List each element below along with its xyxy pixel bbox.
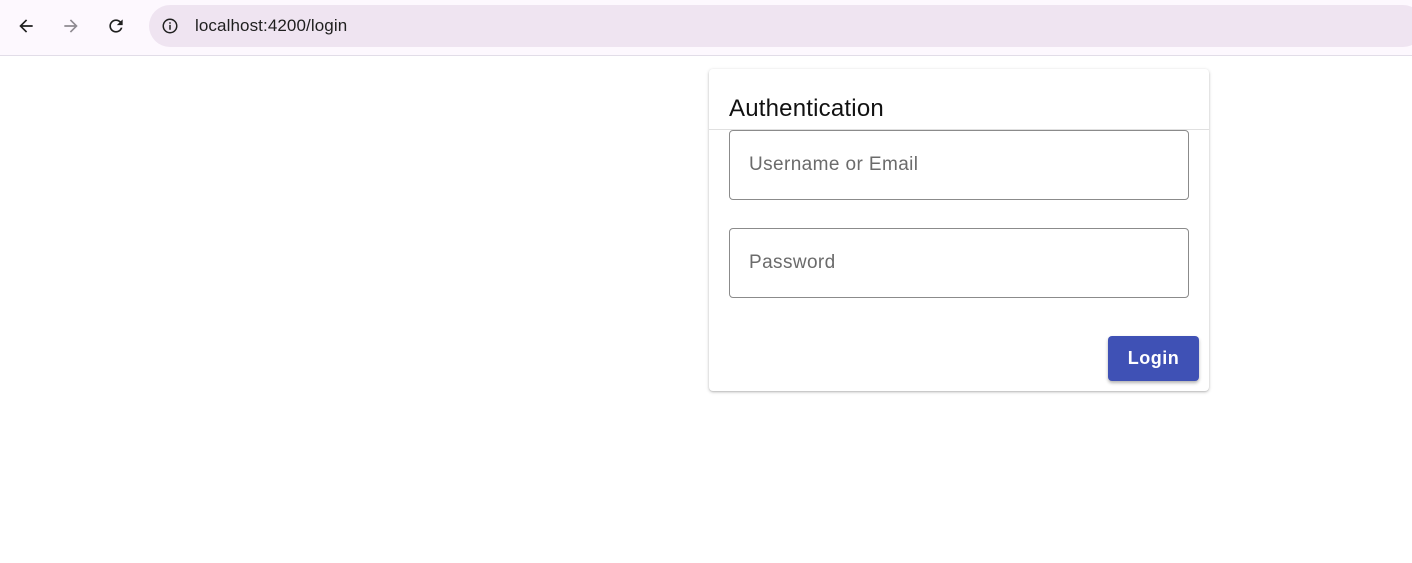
arrow-back-icon [19, 19, 33, 33]
forward-button[interactable] [53, 8, 89, 44]
card-title: Authentication [729, 95, 884, 122]
site-info-button[interactable] [155, 11, 185, 41]
reload-button[interactable] [98, 8, 134, 44]
username-field[interactable] [729, 130, 1189, 200]
username-input[interactable] [730, 131, 1188, 199]
info-icon [162, 18, 178, 34]
password-input[interactable] [730, 229, 1188, 297]
url-text[interactable]: localhost:4200/login [195, 16, 347, 36]
browser-toolbar: localhost:4200/login [0, 0, 1412, 56]
login-button[interactable]: Login [1108, 336, 1199, 381]
reload-icon [109, 19, 123, 33]
password-field[interactable] [729, 228, 1189, 298]
address-bar[interactable]: localhost:4200/login [149, 5, 1412, 47]
arrow-forward-icon [64, 19, 78, 33]
authentication-card: Authentication Login [709, 69, 1209, 391]
back-button[interactable] [8, 8, 44, 44]
